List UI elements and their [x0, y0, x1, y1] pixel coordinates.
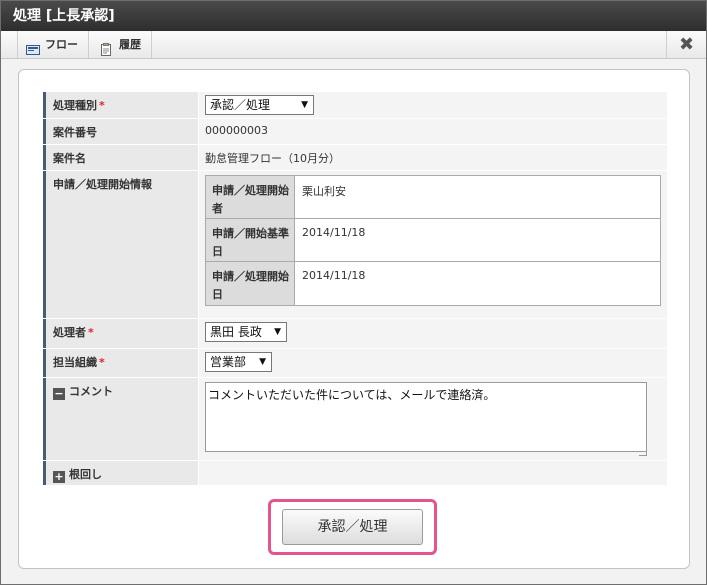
- chevron-down-icon: ▼: [274, 327, 281, 337]
- org-select[interactable]: 営業部 ▼: [205, 352, 272, 372]
- process-dialog: 処理 [上長承認] フロー 履歴 ✖ 処理種別 * 承認／処理 ▼ 案件番号 0…: [0, 0, 707, 585]
- close-icon[interactable]: ✖: [666, 31, 706, 58]
- case-number-label: 案件番号: [43, 119, 198, 144]
- start-info-row: 申請／処理開始情報 申請／処理開始者 栗山利安 申請／開始基準日 2014/11…: [43, 171, 667, 319]
- case-name-value: 勤怠管理フロー（10月分）: [199, 145, 667, 170]
- resize-handle-icon[interactable]: [639, 448, 647, 456]
- history-label: 履歴: [119, 38, 141, 51]
- processor-row: 処理者 * 黒田 長政 ▼: [43, 319, 667, 349]
- process-type-row: 処理種別 * 承認／処理 ▼: [43, 92, 667, 119]
- start-info-row-starter: 申請／処理開始者 栗山利安: [206, 176, 660, 219]
- history-button[interactable]: 履歴: [92, 31, 152, 58]
- case-name-label: 案件名: [43, 145, 198, 170]
- start-info-table: 申請／処理開始者 栗山利安 申請／開始基準日 2014/11/18 申請／処理開…: [205, 175, 661, 306]
- submit-highlight: 承認／処理: [268, 499, 437, 555]
- collapse-icon[interactable]: −: [53, 388, 65, 400]
- nemawashi-label[interactable]: + 根回し: [43, 461, 198, 485]
- processor-label: 処理者 *: [43, 319, 198, 348]
- expand-icon[interactable]: +: [53, 471, 65, 483]
- flow-label: フロー: [45, 38, 78, 51]
- chevron-down-icon: ▼: [259, 357, 266, 367]
- org-row: 担当組織 * 営業部 ▼: [43, 349, 667, 378]
- flow-icon: [26, 39, 40, 55]
- start-info-row-start-date: 申請／処理開始日 2014/11/18: [206, 262, 660, 305]
- case-number-value: 000000003: [199, 119, 667, 144]
- processor-select[interactable]: 黒田 長政 ▼: [205, 322, 287, 342]
- chevron-down-icon: ▼: [301, 100, 308, 110]
- org-label: 担当組織 *: [43, 349, 198, 377]
- flow-button[interactable]: フロー: [17, 31, 89, 58]
- process-type-label: 処理種別 *: [43, 92, 198, 118]
- dialog-title: 処理 [上長承認]: [1, 1, 706, 31]
- comment-label[interactable]: − コメント: [43, 378, 198, 460]
- form-panel: 処理種別 * 承認／処理 ▼ 案件番号 000000003 案件名 勤怠管理フロー（…: [18, 69, 690, 569]
- comment-textarea[interactable]: コメントいただいた件については、メールで連絡済。: [205, 382, 647, 452]
- history-icon: [100, 39, 114, 56]
- case-number-row: 案件番号 000000003: [43, 119, 667, 145]
- start-info-row-base-date: 申請／開始基準日 2014/11/18: [206, 219, 660, 262]
- nemawashi-row: + 根回し: [43, 461, 667, 486]
- start-info-label: 申請／処理開始情報: [43, 171, 198, 318]
- approve-process-button[interactable]: 承認／処理: [282, 509, 423, 545]
- case-name-row: 案件名 勤怠管理フロー（10月分）: [43, 145, 667, 171]
- process-type-select[interactable]: 承認／処理 ▼: [205, 95, 314, 115]
- comment-row: − コメント コメントいただいた件については、メールで連絡済。: [43, 378, 667, 461]
- toolbar: フロー 履歴 ✖: [1, 31, 706, 59]
